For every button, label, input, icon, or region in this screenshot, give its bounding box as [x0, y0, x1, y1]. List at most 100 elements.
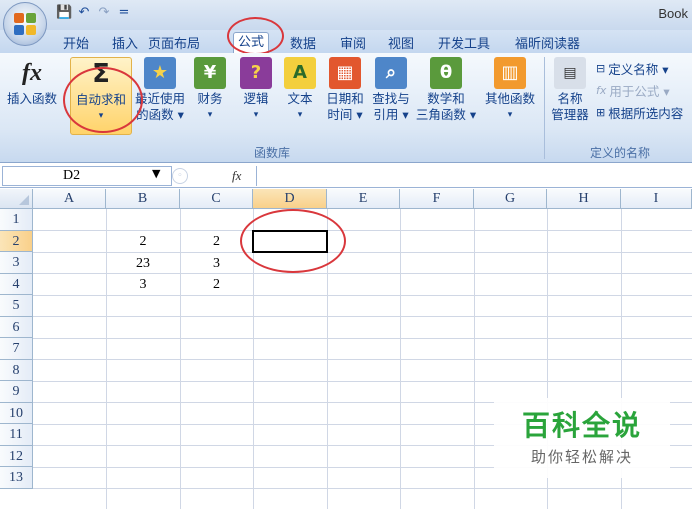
customize-qat-button[interactable]: = — [116, 5, 132, 21]
row-header-8[interactable]: 8 — [0, 359, 33, 381]
formula-input[interactable] — [256, 166, 692, 186]
office-button[interactable] — [3, 2, 47, 46]
tab-insert[interactable]: 插入 — [112, 33, 138, 52]
redo-icon[interactable]: ↷ — [96, 5, 112, 21]
define-name-button[interactable]: ⊟ 定义名称 ▾ — [596, 59, 668, 78]
function-library-group-label: 函数库 — [253, 146, 290, 160]
name-manager-label-1: 名称 — [557, 91, 583, 106]
text-functions-label: 文本 — [287, 91, 313, 106]
row-header-13[interactable]: 13 — [0, 467, 33, 489]
tab-home[interactable]: 开始 — [63, 33, 89, 52]
row-header-5[interactable]: 5 — [0, 295, 33, 317]
row-header-3[interactable]: 3 — [0, 252, 33, 274]
row-header-4[interactable]: 4 — [0, 273, 33, 295]
column-header-h[interactable]: H — [547, 189, 621, 209]
row-header-10[interactable]: 10 — [0, 402, 33, 424]
tab-developer[interactable]: 开发工具 — [438, 33, 490, 52]
column-header-a[interactable]: A — [33, 189, 106, 209]
create-from-selection-button[interactable]: ⊞ 根据所选内容 — [596, 103, 683, 122]
math-label-1: 数学和 — [427, 91, 465, 106]
ribbon-tabs: 开始 插入 页面布局 公式 数据 审阅 视图 开发工具 福昕阅读器 — [0, 30, 692, 53]
cell-d2-highlight — [240, 209, 346, 273]
financial-button[interactable]: ¥ 财务 ▾ — [192, 57, 228, 123]
lookup-label-2: 引用 ▾ — [373, 107, 409, 122]
name-manager-button[interactable]: ▤ 名称 管理器 — [548, 57, 592, 123]
date-time-button[interactable]: ▦ 日期和 时间 ▾ — [322, 57, 368, 123]
cell-b2[interactable]: 2 — [106, 231, 180, 252]
gridline — [33, 380, 692, 382]
formulas-tab-highlight — [227, 17, 284, 55]
cell-b4[interactable]: 3 — [106, 274, 180, 295]
row-header-11[interactable]: 11 — [0, 424, 33, 446]
math-label-2: 三角函数 ▾ — [415, 107, 477, 122]
name-box[interactable]: D2 — [2, 166, 172, 186]
row-header-1[interactable]: 1 — [0, 209, 33, 231]
group-separator — [544, 57, 545, 159]
text-functions-button[interactable]: A 文本 ▾ — [282, 57, 318, 123]
insert-function-label: 插入函数 — [6, 91, 57, 106]
save-icon[interactable]: 💾 — [56, 5, 72, 21]
more-functions-button[interactable]: ▥ 其他函数 ▾ — [480, 57, 540, 123]
formula-bar: D2 ▼ ◦ fx — [0, 164, 692, 188]
create-from-selection-icon: ⊞ — [596, 106, 606, 119]
insert-function-button[interactable]: fx 插入函数 — [4, 57, 60, 107]
cell-c4[interactable]: 2 — [180, 274, 253, 295]
autosum-highlight — [63, 67, 143, 133]
tab-review[interactable]: 审阅 — [340, 33, 366, 52]
defined-names-group-label: 定义的名称 — [589, 146, 650, 160]
office-logo-icon — [14, 13, 36, 35]
gridline — [33, 488, 692, 489]
column-header-d[interactable]: D — [253, 189, 327, 209]
row-header-2[interactable]: 2 — [0, 230, 33, 252]
watermark-title: 百科全说 — [521, 409, 642, 442]
more-functions-icon: ▥ — [494, 57, 526, 89]
column-header-e[interactable]: E — [327, 189, 400, 209]
more-functions-dropdown: ▾ — [507, 110, 513, 120]
column-header-b[interactable]: B — [106, 189, 180, 209]
financial-icon: ¥ — [194, 57, 226, 89]
row-header-9[interactable]: 9 — [0, 381, 33, 403]
gridline — [33, 359, 692, 360]
name-manager-icon: ▤ — [554, 57, 586, 89]
cancel-icon[interactable]: ◦ — [172, 168, 188, 184]
math-trig-button[interactable]: θ 数学和 三角函数 ▾ — [414, 57, 478, 123]
define-name-label: 定义名称 ▾ — [608, 62, 669, 77]
row-header-12[interactable]: 12 — [0, 445, 33, 467]
use-in-formula-icon: fx — [596, 84, 607, 97]
column-header-g[interactable]: G — [474, 189, 547, 209]
column-header-i[interactable]: I — [621, 189, 692, 209]
text-functions-dropdown: ▾ — [297, 110, 303, 120]
tab-view[interactable]: 视图 — [388, 33, 414, 52]
use-in-formula-label: 用于公式 ▾ — [609, 84, 670, 99]
financial-label: 财务 — [197, 91, 223, 106]
theta-icon: θ — [430, 57, 462, 89]
define-name-icon: ⊟ — [596, 62, 606, 75]
cell-c3[interactable]: 3 — [180, 253, 253, 274]
magnifier-icon: ⌕ — [375, 57, 407, 89]
logical-button[interactable]: ? 逻辑 ▾ — [238, 57, 274, 123]
name-box-dropdown-icon[interactable]: ▼ — [152, 167, 160, 180]
date-time-label-2: 时间 ▾ — [327, 107, 363, 122]
use-in-formula-button[interactable]: fx 用于公式 ▾ — [596, 81, 670, 100]
tab-data[interactable]: 数据 — [290, 33, 316, 52]
column-header-c[interactable]: C — [180, 189, 253, 209]
cell-b3[interactable]: 23 — [106, 253, 180, 274]
select-all-corner[interactable] — [0, 189, 33, 209]
gridline — [33, 316, 692, 317]
lookup-reference-button[interactable]: ⌕ 查找与 引用 ▾ — [368, 57, 414, 123]
logical-label: 逻辑 — [243, 91, 269, 106]
tab-foxit-reader[interactable]: 福昕阅读器 — [515, 33, 580, 52]
column-header-f[interactable]: F — [400, 189, 474, 209]
logical-icon: ? — [240, 57, 272, 89]
more-functions-label: 其他函数 — [484, 91, 535, 106]
row-header-6[interactable]: 6 — [0, 316, 33, 338]
calendar-icon: ▦ — [329, 57, 361, 89]
lookup-label-1: 查找与 — [372, 91, 410, 106]
tab-page-layout[interactable]: 页面布局 — [148, 33, 200, 52]
fx-icon[interactable]: fx — [232, 168, 241, 184]
row-header-7[interactable]: 7 — [0, 338, 33, 360]
watermark: 百科全说 助你轻松解决 — [494, 398, 670, 478]
window-title: Book — [658, 6, 688, 21]
name-manager-label-2: 管理器 — [551, 107, 589, 122]
undo-icon[interactable]: ↶ — [76, 5, 92, 21]
